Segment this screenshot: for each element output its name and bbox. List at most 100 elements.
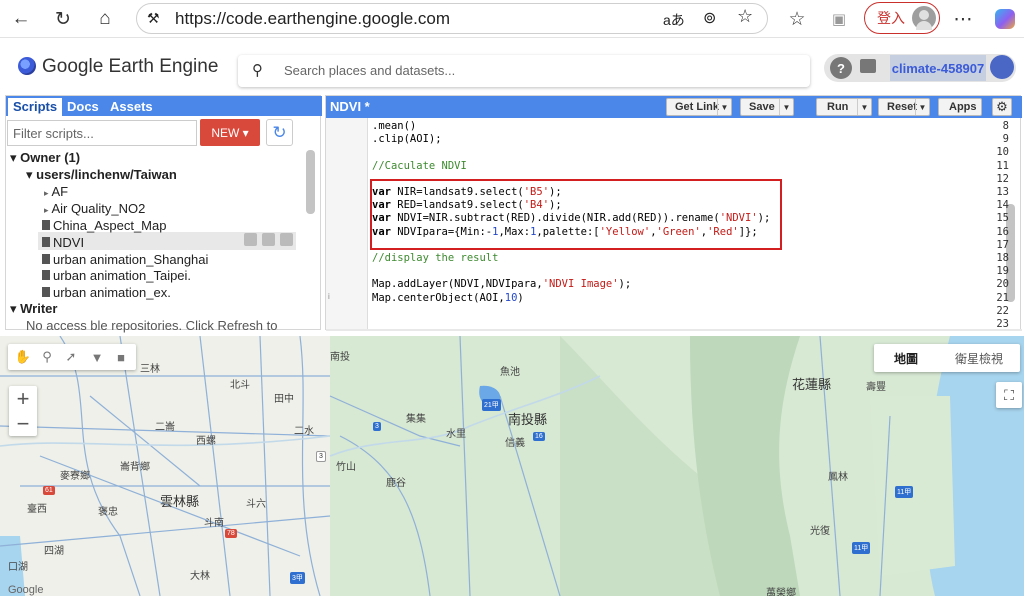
tree-label: China_Aspect_Map xyxy=(53,218,167,233)
site-info-icon[interactable]: ⚒ xyxy=(147,10,160,27)
profile-avatar-icon xyxy=(912,6,936,30)
url-text[interactable]: https://code.earthengine.google.com xyxy=(175,9,450,29)
zoom-icon[interactable]: ⊚ xyxy=(703,8,716,28)
map-label: 二水 xyxy=(294,426,314,437)
line-number: 17 xyxy=(996,238,1009,251)
button-label: Get Link xyxy=(675,101,720,113)
map-type-satellite[interactable]: 衛星檢視 xyxy=(938,344,1020,372)
map-label: 水里 xyxy=(446,429,466,440)
map-type-map[interactable]: 地圖 xyxy=(874,344,938,372)
refresh-icon[interactable]: ↻ xyxy=(266,119,293,146)
project-selector[interactable]: climate-458907 xyxy=(890,55,986,81)
route-shield: 11甲 xyxy=(852,542,871,554)
line-number-gutter xyxy=(326,118,368,330)
address-bar[interactable]: ⚒ https://code.earthengine.google.com aあ… xyxy=(136,3,768,34)
history-icon[interactable] xyxy=(244,233,257,246)
file-icon xyxy=(42,270,50,280)
reload-icon[interactable]: ↻ xyxy=(50,6,76,32)
chevron-down-icon[interactable]: ▼ xyxy=(857,99,871,115)
gear-icon[interactable]: ⚙ xyxy=(992,98,1012,116)
hand-icon[interactable]: ✋ xyxy=(14,348,32,366)
new-button[interactable]: NEW ▾ xyxy=(200,119,260,146)
map-label: 臺西 xyxy=(27,504,47,515)
rename-icon[interactable] xyxy=(262,233,275,246)
tree-file-taipei[interactable]: urban animation_Taipei. xyxy=(42,268,191,283)
splitter[interactable] xyxy=(326,329,1022,331)
route-shield: 11甲 xyxy=(895,486,914,498)
map-view[interactable]: 南投縣 花蓮縣 雲林縣 三林 北斗 田中 二崙 西螺 二水 集集 水里 信義 竹… xyxy=(0,336,1024,596)
map-label: 口湖 xyxy=(8,562,28,573)
tree-file-shanghai[interactable]: urban animation_Shanghai xyxy=(42,252,208,267)
line-number: 23 xyxy=(996,318,1009,330)
line-number: 14 xyxy=(996,199,1009,212)
more-menu-icon[interactable]: ⋯ xyxy=(950,6,976,32)
chevron-down-icon[interactable]: ▼ xyxy=(915,99,929,115)
browser-toolbar: ← ↻ ⌂ ⚒ https://code.earthengine.google.… xyxy=(0,0,1024,38)
app-logo[interactable]: Google Earth Engine xyxy=(18,56,218,78)
run-button[interactable]: Run ▼ xyxy=(816,98,872,116)
chevron-down-icon[interactable]: ▼ xyxy=(779,99,793,115)
get-link-button[interactable]: Get Link ▼ xyxy=(666,98,732,116)
tree-folder-air-quality[interactable]: ▸ Air Quality_NO2 xyxy=(44,201,145,216)
chevron-down-icon[interactable]: ▼ xyxy=(717,99,731,115)
map-label: 花蓮縣 xyxy=(792,377,832,392)
polyline-icon[interactable]: ➚ xyxy=(62,348,80,366)
tree-folder-af[interactable]: ▸ AF xyxy=(44,184,68,199)
rectangle-icon[interactable]: ■ xyxy=(112,348,130,366)
route-shield: 3 xyxy=(373,422,381,431)
tree-file-ndvi[interactable]: NDVI xyxy=(42,235,84,250)
tree-file-ex[interactable]: urban animation_ex. xyxy=(42,285,171,300)
button-label: Save xyxy=(749,101,775,113)
tree-item-writer[interactable]: ▾ Writer xyxy=(10,301,57,317)
user-avatar[interactable] xyxy=(990,55,1014,79)
help-icon[interactable]: ? xyxy=(830,57,852,79)
tab-assets[interactable]: Assets xyxy=(105,98,158,116)
tree-item-repo[interactable]: ▾ users/linchenw/Taiwan xyxy=(26,167,177,183)
point-marker-icon[interactable]: ⚲ xyxy=(38,348,56,366)
home-icon[interactable]: ⌂ xyxy=(92,6,118,32)
tree-item-owner[interactable]: ▾ Owner (1) xyxy=(10,150,80,166)
reset-button[interactable]: Reset ▼ xyxy=(878,98,930,116)
button-label: Run xyxy=(827,101,849,113)
zoom-out-button[interactable]: − xyxy=(9,411,37,436)
code-line[interactable]: //Caculate NDVI xyxy=(372,160,467,172)
fullscreen-icon[interactable]: ⛶ xyxy=(996,382,1022,408)
tab-docs[interactable]: Docs xyxy=(62,98,104,116)
highlight-box xyxy=(370,179,782,250)
save-button[interactable]: Save ▼ xyxy=(740,98,794,116)
scripts-panel: Scripts Docs Assets Filter scripts... NE… xyxy=(5,95,322,333)
back-icon[interactable]: ← xyxy=(8,6,34,32)
map-label: 褒忠 xyxy=(98,507,118,518)
filter-scripts-input[interactable]: Filter scripts... xyxy=(7,120,197,146)
tree-file-china-aspect[interactable]: China_Aspect_Map xyxy=(42,218,166,233)
feedback-icon[interactable] xyxy=(860,59,876,73)
delete-icon[interactable] xyxy=(280,233,293,246)
apps-button[interactable]: Apps xyxy=(938,98,982,116)
map-label: 壽豐 xyxy=(866,382,886,393)
app-title: Google Earth Engine xyxy=(42,56,219,77)
file-icon xyxy=(42,287,50,297)
extension-icon[interactable]: ▣ xyxy=(826,6,852,32)
search-placeholder[interactable]: Search places and datasets... xyxy=(284,63,455,78)
tab-scripts[interactable]: Scripts xyxy=(8,98,63,116)
info-marker-icon: i xyxy=(328,292,330,301)
code-line[interactable]: .mean() xyxy=(372,120,416,132)
code-line[interactable]: Map.addLayer(NDVI,NDVIpara,'NDVI Image')… xyxy=(372,278,631,290)
polygon-icon[interactable]: ▼ xyxy=(88,348,106,366)
login-button[interactable]: 登入 xyxy=(864,2,940,34)
zoom-in-button[interactable]: + xyxy=(9,386,37,411)
scripts-scrollbar[interactable] xyxy=(306,150,315,214)
favorites-icon[interactable]: ☆ xyxy=(784,6,810,32)
map-type-control: 地圖 衛星檢視 xyxy=(874,344,1020,372)
code-line[interactable]: //display the result xyxy=(372,252,498,264)
code-line[interactable]: .clip(AOI); xyxy=(372,133,442,145)
read-aloud-icon[interactable]: aあ xyxy=(663,10,685,30)
map-label: 三林 xyxy=(140,364,160,375)
code-line[interactable]: Map.centerObject(AOI,10) xyxy=(372,292,524,304)
route-shield: 61 xyxy=(43,486,55,495)
map-label: 田中 xyxy=(274,394,294,405)
favorite-star-icon[interactable]: ☆ xyxy=(737,6,753,27)
copilot-icon[interactable] xyxy=(992,6,1018,32)
search-box[interactable]: ⚲ Search places and datasets... xyxy=(238,55,810,87)
line-number: 19 xyxy=(996,265,1009,278)
